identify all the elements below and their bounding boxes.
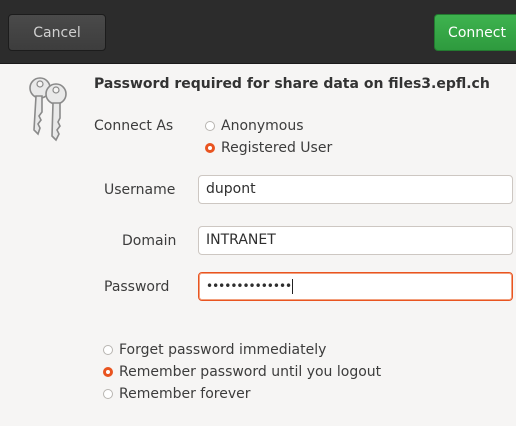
- radio-anonymous-label: Anonymous: [221, 118, 304, 134]
- username-field[interactable]: dupont: [198, 175, 513, 204]
- radio-registered-user-indicator[interactable]: [205, 143, 215, 153]
- password-masked-value: ••••••••••••••: [206, 279, 292, 293]
- radio-remember-forever-label: Remember forever: [119, 386, 251, 402]
- header-bar: Cancel Connect: [0, 0, 516, 64]
- domain-field[interactable]: INTRANET: [198, 226, 513, 255]
- domain-label: Domain: [122, 233, 177, 249]
- cancel-button[interactable]: Cancel: [8, 14, 106, 51]
- dialog-title: Password required for share data on file…: [94, 76, 490, 92]
- keys-icon: [29, 77, 67, 142]
- radio-remember-until-logout-indicator[interactable]: [103, 367, 113, 377]
- connect-button[interactable]: Connect: [434, 14, 516, 51]
- username-label: Username: [104, 182, 176, 198]
- radio-remember-until-logout[interactable]: Remember password until you logout: [103, 364, 381, 380]
- radio-remember-until-logout-label: Remember password until you logout: [119, 364, 382, 380]
- radio-forget-immediately-indicator[interactable]: [103, 345, 113, 355]
- password-label: Password: [104, 279, 170, 295]
- password-field[interactable]: ••••••••••••••: [198, 272, 513, 301]
- radio-registered-user-label: Registered User: [221, 140, 333, 156]
- text-caret: [292, 278, 294, 294]
- connect-as-label: Connect As: [94, 118, 174, 134]
- radio-registered-user[interactable]: Registered User: [205, 140, 332, 156]
- radio-forget-immediately-label: Forget password immediately: [119, 342, 327, 358]
- radio-anonymous-indicator[interactable]: [205, 121, 215, 131]
- radio-remember-forever[interactable]: Remember forever: [103, 386, 251, 402]
- radio-remember-forever-indicator[interactable]: [103, 389, 113, 399]
- radio-anonymous[interactable]: Anonymous: [205, 118, 304, 134]
- radio-forget-immediately[interactable]: Forget password immediately: [103, 342, 326, 358]
